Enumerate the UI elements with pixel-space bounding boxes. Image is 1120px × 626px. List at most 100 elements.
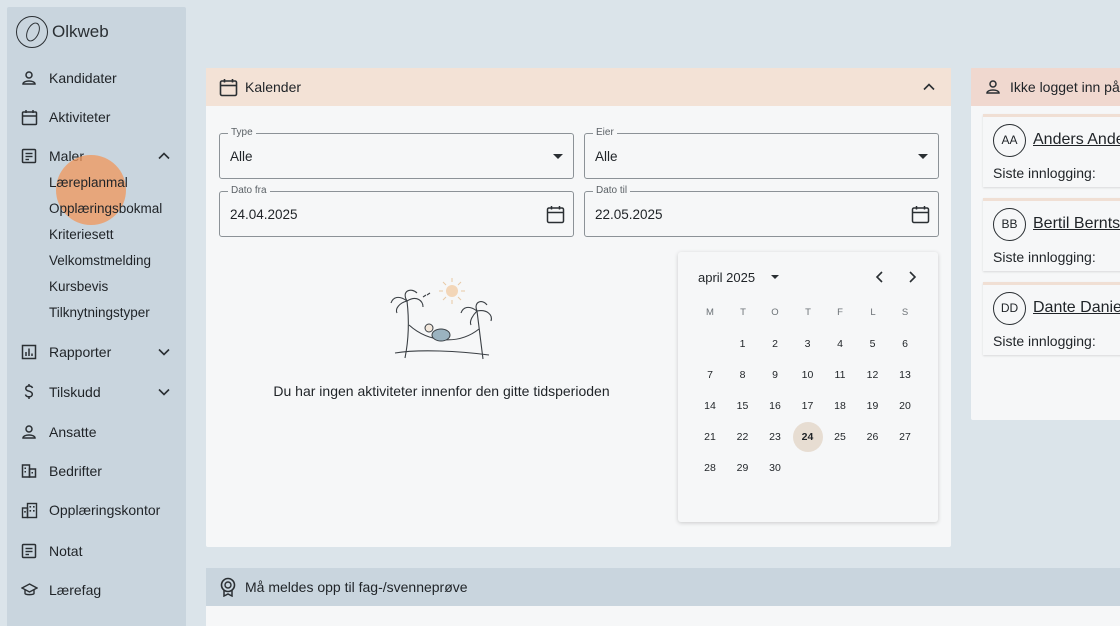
field-value: 24.04.2025 <box>230 207 298 222</box>
owner-select[interactable]: Eier Alle <box>584 127 939 179</box>
weekday-label: L <box>870 307 876 318</box>
calendar-day-selected[interactable]: 24 <box>792 422 823 452</box>
chevron-down-icon[interactable] <box>157 345 171 359</box>
calendar-day[interactable]: 13 <box>890 360 920 390</box>
sidebar-item-label: Bedrifter <box>49 463 102 479</box>
sidebar-subitem-laereplanmal[interactable]: Læreplanmal <box>49 175 128 190</box>
type-select[interactable]: Type Alle <box>219 127 574 179</box>
calendar-day[interactable]: 27 <box>890 422 920 452</box>
field-value: 22.05.2025 <box>595 207 663 222</box>
avatar: BB <box>993 208 1026 241</box>
calendar-day[interactable]: 6 <box>890 329 920 359</box>
sidebar-item-ansatte[interactable]: Ansatte <box>7 416 186 448</box>
chevron-left-icon[interactable] <box>872 269 888 285</box>
calendar-day[interactable]: 20 <box>890 391 920 421</box>
chevron-right-icon[interactable] <box>904 269 920 285</box>
user-name-link[interactable]: Dante Daniel <box>1033 299 1120 317</box>
month-label[interactable]: april 2025 <box>698 270 755 285</box>
sidebar-item-label: Tilskudd <box>49 384 101 400</box>
sidebar-item-laerefag[interactable]: Lærefag <box>7 574 186 606</box>
calendar-day[interactable]: 2 <box>760 329 790 359</box>
calendar-day[interactable]: 18 <box>825 391 855 421</box>
calendar-icon[interactable] <box>546 205 565 224</box>
calendar-day[interactable]: 29 <box>728 453 758 483</box>
sidebar-item-label: Rapporter <box>49 344 112 360</box>
sidebar-item-opplaeringskontor[interactable]: Opplæringskontor <box>7 494 186 526</box>
empty-state-message: Du har ingen aktiviteter innenfor den gi… <box>273 383 610 399</box>
sidebar-subitem-tilknytningstyper[interactable]: Tilknytningstyper <box>49 305 150 320</box>
sidebar-item-label: Kandidater <box>49 70 117 86</box>
exam-registration-panel: Må meldes opp til fag-/svenneprøve <box>206 568 1120 626</box>
chevron-up-icon[interactable] <box>157 149 171 163</box>
sidebar: Olkweb Kandidater Aktiviteter Maler Lære… <box>7 7 186 626</box>
sidebar-subitem-velkomstmelding[interactable]: Velkomstmelding <box>49 253 151 268</box>
panel-title: Kalender <box>245 79 302 95</box>
template-icon <box>20 147 38 165</box>
calendar-day[interactable]: 4 <box>825 329 855 359</box>
person-icon <box>985 79 1001 95</box>
note-icon <box>20 542 38 560</box>
calendar-day[interactable]: 5 <box>858 329 888 359</box>
last-login-label: Siste innlogging: <box>993 333 1096 349</box>
sidebar-item-notat[interactable]: Notat <box>7 535 186 567</box>
user-name-link[interactable]: Bertil Bernts <box>1033 215 1120 233</box>
sidebar-item-bedrifter[interactable]: Bedrifter <box>7 455 186 487</box>
field-value: Alle <box>595 149 618 164</box>
field-label: Dato til <box>593 185 631 196</box>
exam-registration-header[interactable]: Må meldes opp til fag-/svenneprøve <box>206 568 1120 606</box>
last-login-label: Siste innlogging: <box>993 249 1096 265</box>
user-card: BB Bertil Bernts Siste innlogging: <box>983 198 1120 271</box>
calendar-day[interactable]: 19 <box>858 391 888 421</box>
sidebar-item-label: Aktiviteter <box>49 109 111 125</box>
calendar-day[interactable]: 10 <box>793 360 823 390</box>
calendar-day[interactable]: 17 <box>793 391 823 421</box>
calendar-day[interactable]: 25 <box>825 422 855 452</box>
company-icon <box>20 462 38 480</box>
calendar-day[interactable]: 23 <box>760 422 790 452</box>
avatar: AA <box>993 124 1026 157</box>
sidebar-item-kandidater[interactable]: Kandidater <box>7 62 186 94</box>
dropdown-arrow-icon <box>553 154 563 159</box>
date-from-input[interactable]: Dato fra 24.04.2025 <box>219 185 574 237</box>
date-to-input[interactable]: Dato til 22.05.2025 <box>584 185 939 237</box>
calendar-day[interactable]: 30 <box>760 453 790 483</box>
user-name-link[interactable]: Anders Ande <box>1033 131 1120 149</box>
calendar-icon <box>20 108 38 126</box>
panel-title: Ikke logget inn på <box>1010 79 1120 95</box>
sidebar-subitem-kriteriesett[interactable]: Kriteriesett <box>49 227 114 242</box>
sidebar-item-rapporter[interactable]: Rapporter <box>7 336 186 368</box>
sidebar-item-label: Notat <box>49 543 83 559</box>
calendar-day[interactable]: 1 <box>728 329 758 359</box>
sidebar-item-aktiviteter[interactable]: Aktiviteter <box>7 101 186 133</box>
month-dropdown-icon[interactable] <box>771 275 779 279</box>
calendar-day[interactable]: 28 <box>695 453 725 483</box>
sidebar-subitem-opplaeringsbokmal[interactable]: Opplæringsbokmal <box>49 201 162 216</box>
calendar-day[interactable]: 8 <box>728 360 758 390</box>
calendar-panel-header[interactable]: Kalender <box>206 68 951 106</box>
hammock-illustration <box>389 273 495 365</box>
calendar-day[interactable]: 3 <box>793 329 823 359</box>
calendar-icon[interactable] <box>911 205 930 224</box>
chevron-up-icon[interactable] <box>922 80 936 94</box>
weekday-label: O <box>771 307 779 318</box>
calendar-day[interactable]: 9 <box>760 360 790 390</box>
calendar-day[interactable]: 26 <box>858 422 888 452</box>
field-label: Type <box>228 127 256 138</box>
sidebar-item-tilskudd[interactable]: Tilskudd <box>7 376 186 408</box>
calendar-day[interactable]: 21 <box>695 422 725 452</box>
calendar-day[interactable]: 15 <box>728 391 758 421</box>
calendar-day[interactable]: 11 <box>825 360 855 390</box>
date-picker: april 2025 M T O T F L S 1 2 3 4 5 6 7 8 9 10 11 12… <box>678 252 938 522</box>
app-logo[interactable]: Olkweb <box>16 16 109 48</box>
calendar-day[interactable]: 12 <box>858 360 888 390</box>
calendar-day[interactable]: 16 <box>760 391 790 421</box>
calendar-day[interactable]: 14 <box>695 391 725 421</box>
sidebar-item-label: Opplæringskontor <box>49 502 161 518</box>
inactive-users-header[interactable]: Ikke logget inn på <box>971 68 1120 106</box>
chevron-down-icon[interactable] <box>157 385 171 399</box>
field-label: Eier <box>593 127 617 138</box>
calendar-day[interactable]: 22 <box>728 422 758 452</box>
sidebar-subitem-kursbevis[interactable]: Kursbevis <box>49 279 108 294</box>
calendar-day[interactable]: 7 <box>695 360 725 390</box>
panel-title: Må meldes opp til fag-/svenneprøve <box>245 579 468 595</box>
